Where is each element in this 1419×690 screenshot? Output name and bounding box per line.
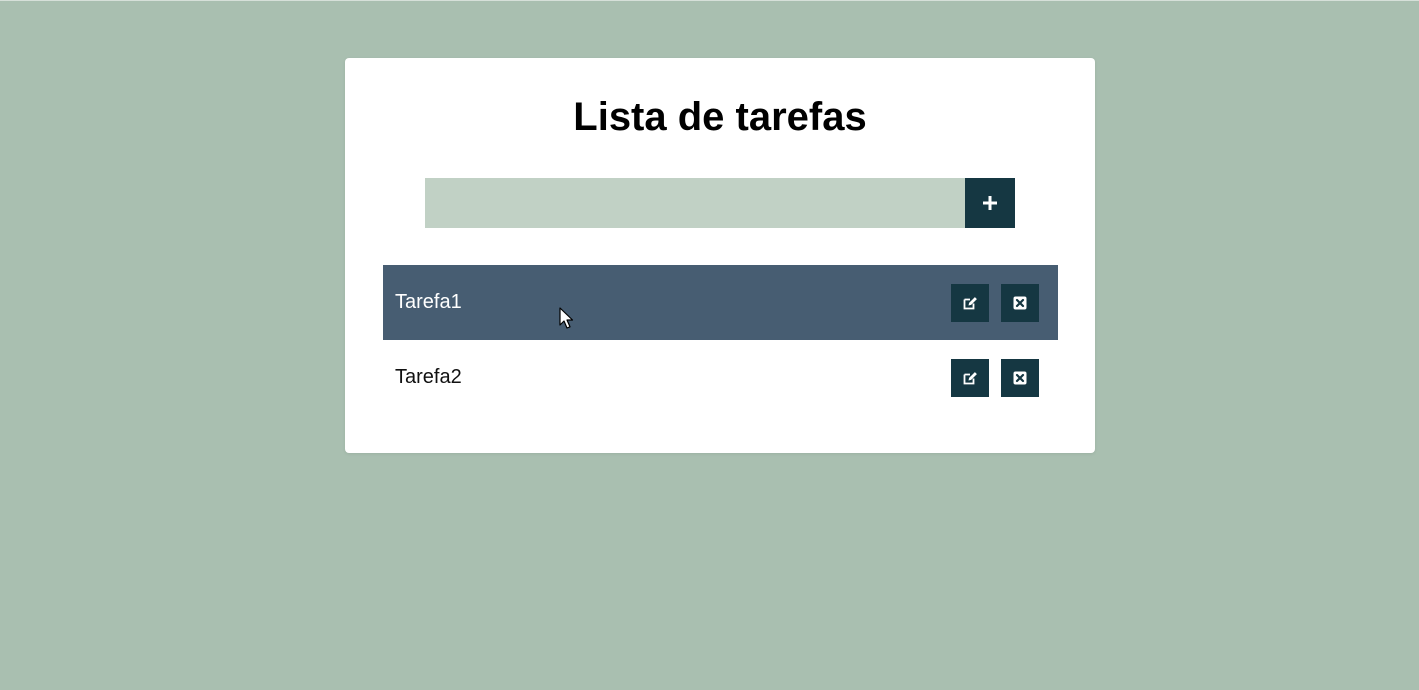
task-actions xyxy=(951,358,1039,397)
task-item[interactable]: Tarefa1 xyxy=(383,265,1058,340)
task-item[interactable]: Tarefa2 xyxy=(383,340,1058,415)
todo-card: Lista de tarefas Tarefa1 Tarefa2 xyxy=(345,58,1095,453)
task-label: Tarefa1 xyxy=(395,291,462,313)
delete-task-button[interactable] xyxy=(1001,358,1039,397)
plus-icon xyxy=(983,196,997,210)
edit-task-button[interactable] xyxy=(951,283,989,322)
add-task-button[interactable] xyxy=(965,178,1015,228)
task-input[interactable] xyxy=(425,178,965,228)
top-border xyxy=(0,0,1419,1)
page-title: Lista de tarefas xyxy=(573,95,867,139)
edit-task-button[interactable] xyxy=(951,358,989,397)
edit-icon xyxy=(963,296,977,309)
task-list: Tarefa1 Tarefa2 xyxy=(383,265,1058,415)
task-actions xyxy=(951,283,1039,322)
close-icon xyxy=(1013,296,1027,309)
task-label: Tarefa2 xyxy=(395,366,462,388)
delete-task-button[interactable] xyxy=(1001,283,1039,322)
add-task-form xyxy=(425,178,1015,228)
edit-icon xyxy=(963,371,977,384)
close-icon xyxy=(1013,371,1027,384)
